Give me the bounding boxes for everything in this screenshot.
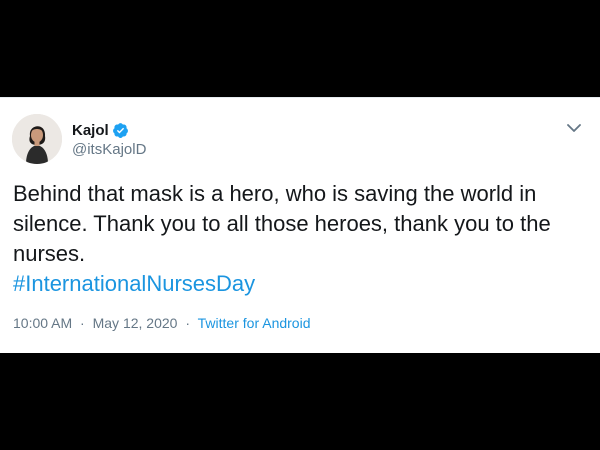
meta-separator: · bbox=[80, 315, 85, 331]
author-display-name[interactable]: Kajol bbox=[72, 122, 109, 139]
tweet-text: Behind that mask is a hero, who is savin… bbox=[13, 181, 551, 266]
hashtag-link[interactable]: #InternationalNursesDay bbox=[13, 269, 587, 299]
avatar[interactable] bbox=[12, 114, 62, 164]
verified-badge-icon bbox=[112, 122, 129, 139]
avatar-image bbox=[12, 114, 62, 164]
meta-separator: · bbox=[185, 315, 191, 331]
tweet-meta: 10:00 AM · May 12, 2020 · Twitter for An… bbox=[13, 315, 310, 331]
tweet-source-link[interactable]: Twitter for Android bbox=[198, 315, 311, 331]
tweet-time[interactable]: 10:00 AM bbox=[13, 315, 72, 331]
tweet-date[interactable]: May 12, 2020 bbox=[93, 315, 178, 331]
author-names: Kajol @itsKajolD bbox=[72, 120, 146, 159]
tweet-header: Kajol @itsKajolD bbox=[12, 114, 146, 164]
tweet-card: Kajol @itsKajolD Behind that mask is a h… bbox=[0, 97, 600, 353]
author-handle[interactable]: @itsKajolD bbox=[72, 141, 146, 158]
chevron-down-icon[interactable] bbox=[566, 121, 582, 133]
tweet-body: Behind that mask is a hero, who is savin… bbox=[13, 179, 587, 299]
name-row: Kajol bbox=[72, 120, 146, 140]
